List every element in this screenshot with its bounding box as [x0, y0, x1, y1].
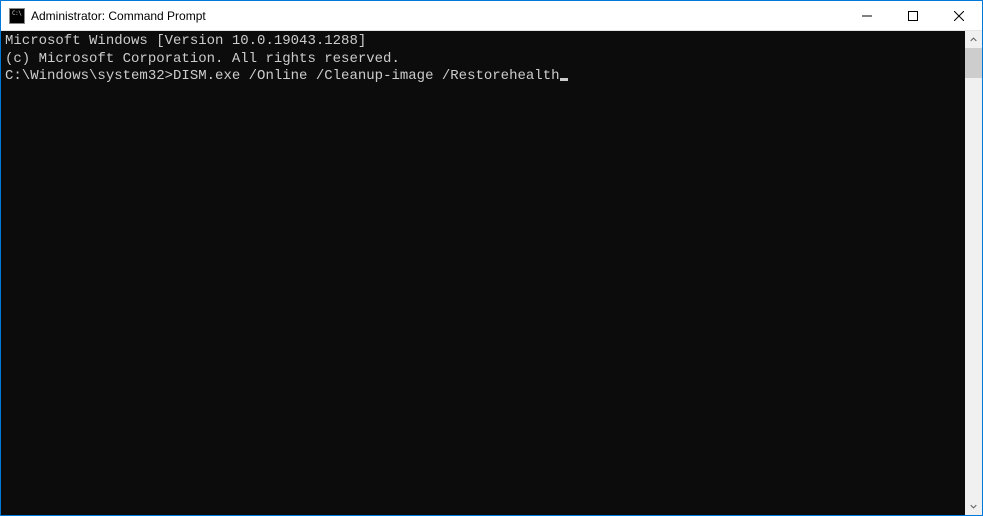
minimize-button[interactable] — [844, 1, 890, 30]
copyright-line: (c) Microsoft Corporation. All rights re… — [5, 51, 961, 69]
scroll-down-button[interactable] — [965, 498, 982, 515]
scroll-track[interactable] — [965, 48, 982, 498]
cmd-icon: C:\ — [9, 8, 25, 24]
command-prompt-window: C:\ Administrator: Command Prompt Micros… — [0, 0, 983, 516]
window-title: Administrator: Command Prompt — [31, 9, 844, 23]
client-area: Microsoft Windows [Version 10.0.19043.12… — [1, 31, 982, 515]
scroll-up-button[interactable] — [965, 31, 982, 48]
version-line: Microsoft Windows [Version 10.0.19043.12… — [5, 33, 961, 51]
scroll-thumb[interactable] — [965, 48, 982, 78]
terminal-output[interactable]: Microsoft Windows [Version 10.0.19043.12… — [1, 31, 965, 515]
command-text: DISM.exe /Online /Cleanup-image /Restore… — [173, 68, 559, 86]
close-button[interactable] — [936, 1, 982, 30]
maximize-button[interactable] — [890, 1, 936, 30]
prompt-text: C:\Windows\system32> — [5, 68, 173, 86]
prompt-line: C:\Windows\system32>DISM.exe /Online /Cl… — [5, 68, 961, 86]
vertical-scrollbar[interactable] — [965, 31, 982, 515]
titlebar[interactable]: C:\ Administrator: Command Prompt — [1, 1, 982, 31]
text-cursor — [560, 78, 568, 81]
window-controls — [844, 1, 982, 30]
